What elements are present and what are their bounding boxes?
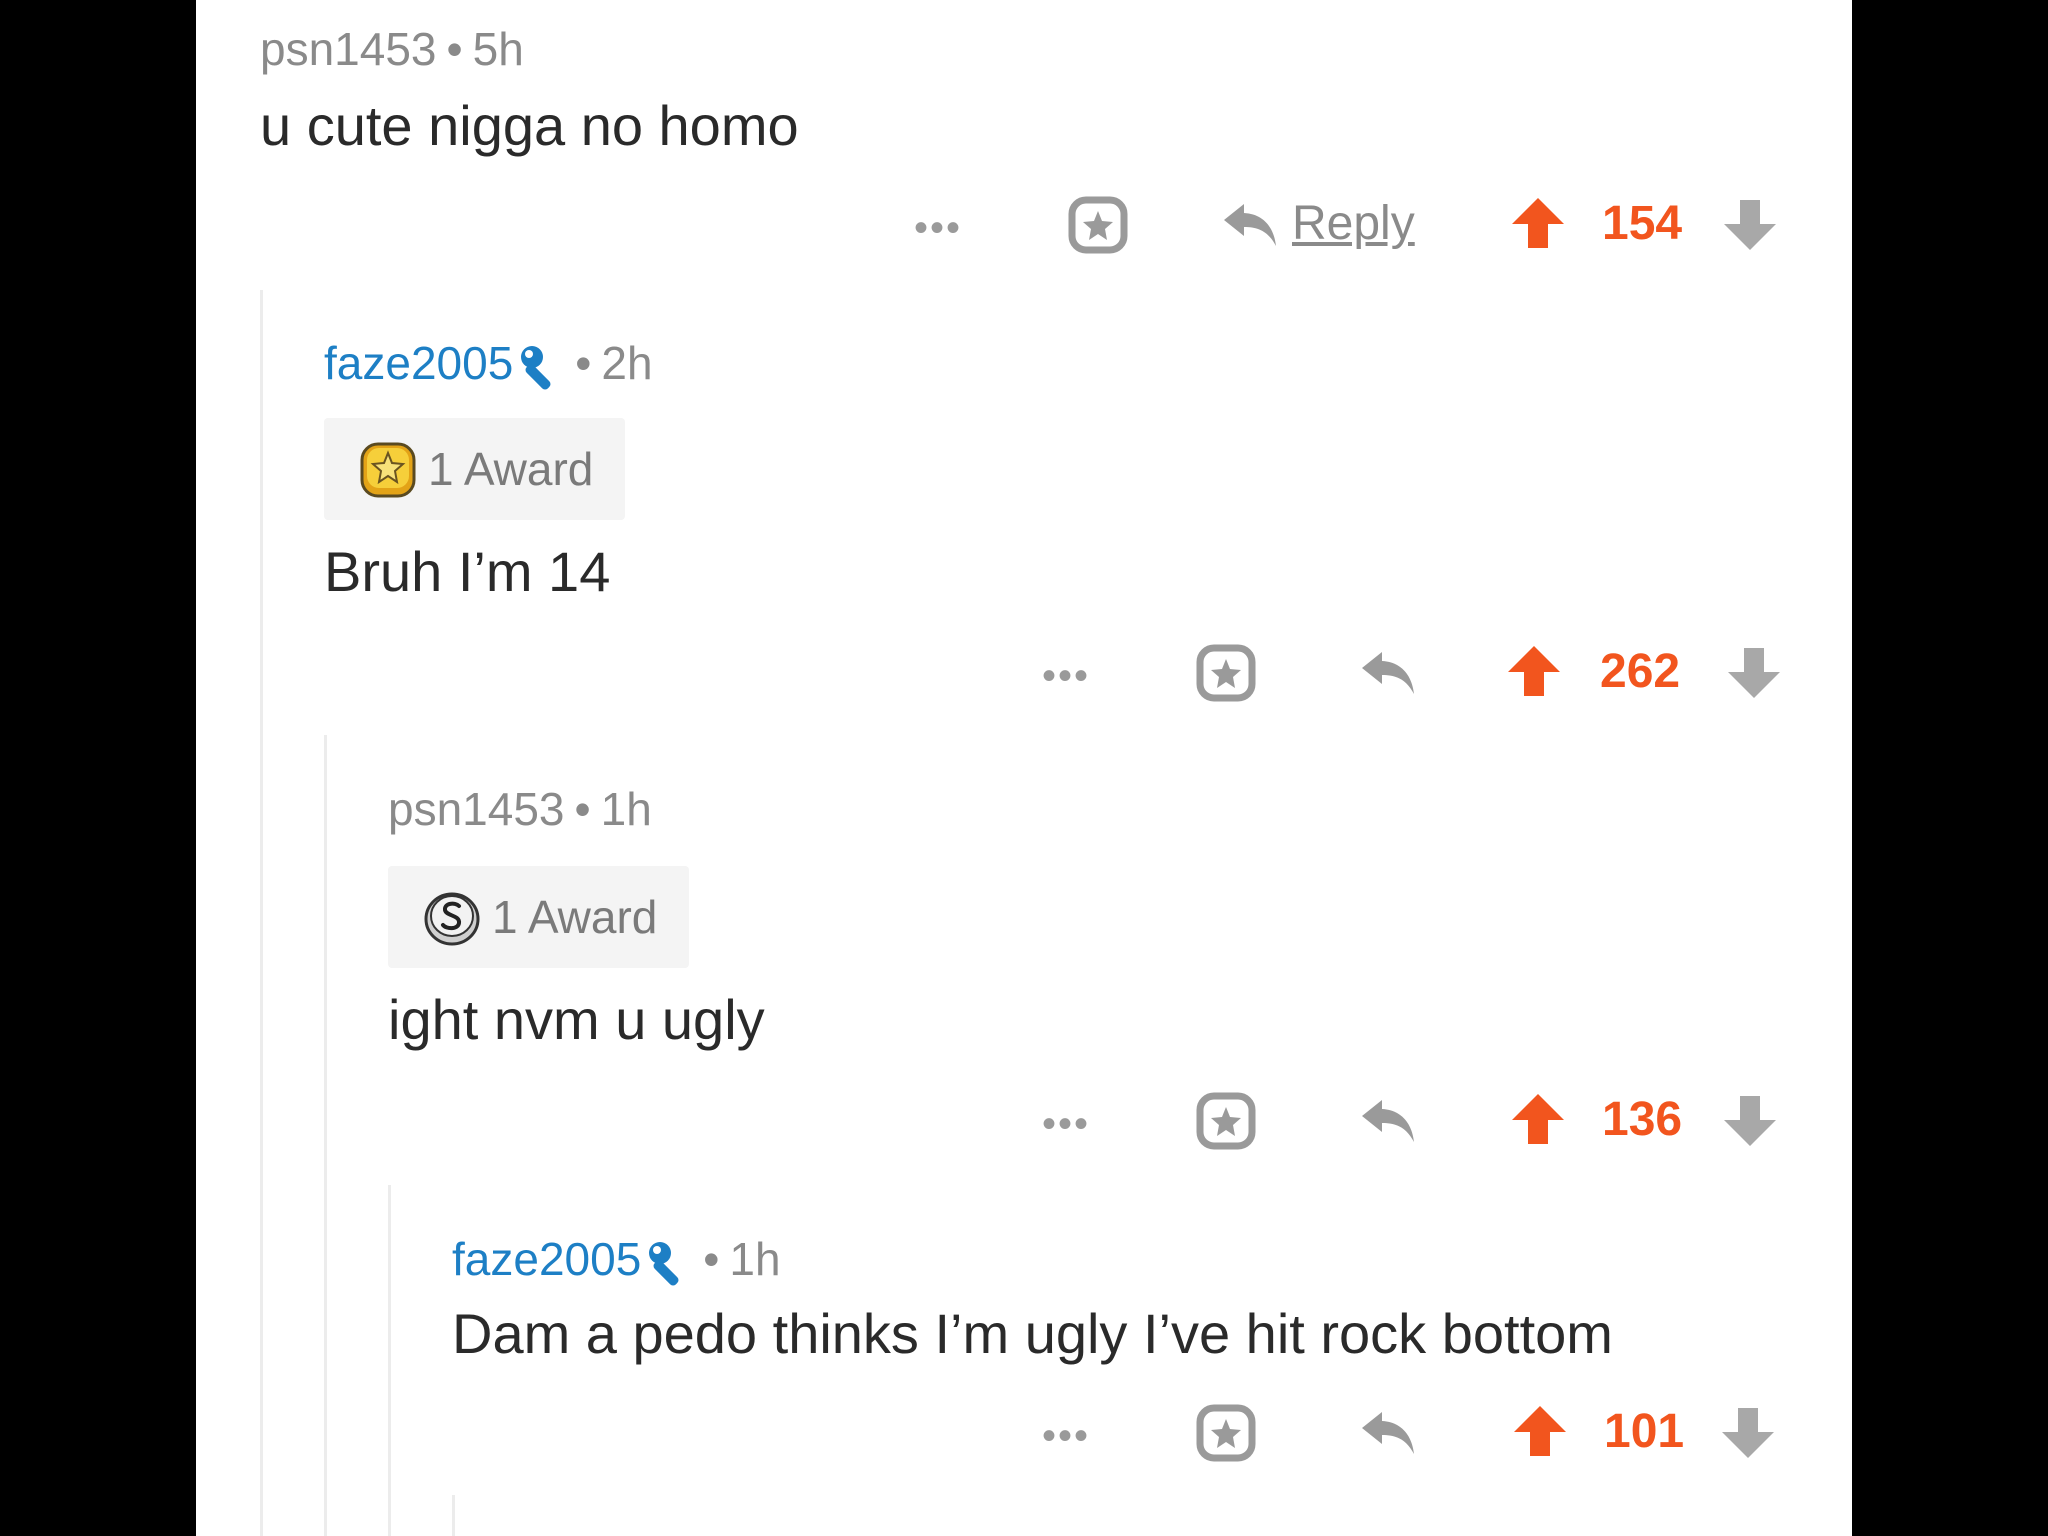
thread-line-2[interactable] — [324, 735, 327, 1536]
username[interactable]: faze2005 — [452, 1233, 641, 1285]
upvote-arrow-icon[interactable] — [1510, 196, 1566, 250]
award-badge[interactable]: 1 Award — [324, 418, 626, 520]
comment-meta: faze2005 • 2h — [324, 340, 653, 390]
reply-arrow-icon[interactable] — [1360, 648, 1418, 698]
award-label: 1 Award — [428, 443, 594, 495]
more-icon[interactable]: ••• — [1042, 1416, 1090, 1456]
reply-arrow-icon[interactable] — [1222, 200, 1280, 250]
award-label: 1 Award — [492, 891, 658, 943]
downvote-arrow-icon[interactable] — [1720, 1406, 1776, 1460]
thread-line-4[interactable] — [452, 1495, 455, 1536]
downvote-arrow-icon[interactable] — [1726, 646, 1782, 700]
timestamp: 1h — [600, 783, 652, 835]
downvote-arrow-icon[interactable] — [1722, 198, 1778, 252]
comment-text: u cute nigga no homo — [260, 94, 799, 157]
silver-award-icon — [424, 892, 480, 946]
more-icon[interactable]: ••• — [1042, 656, 1090, 696]
thread-line-1[interactable] — [260, 290, 263, 1536]
award-star-icon[interactable] — [1196, 644, 1256, 702]
award-star-icon[interactable] — [1068, 196, 1128, 254]
comment-thread: psn1453 • 5h u cute nigga no homo ••• Repl… — [196, 0, 1852, 1536]
comment-meta: faze2005 • 1h — [452, 1236, 781, 1286]
more-icon[interactable]: ••• — [914, 208, 962, 248]
gold-award-icon — [360, 442, 416, 498]
mod-wrench-icon — [649, 1241, 679, 1286]
upvote-arrow-icon[interactable] — [1506, 644, 1562, 698]
separator: • — [446, 23, 463, 75]
comment-meta: psn1453 • 5h — [260, 26, 524, 72]
username[interactable]: psn1453 — [260, 23, 437, 75]
downvote-arrow-icon[interactable] — [1722, 1094, 1778, 1148]
reply-button[interactable]: Reply — [1292, 200, 1415, 248]
more-icon[interactable]: ••• — [1042, 1104, 1090, 1144]
award-star-icon[interactable] — [1196, 1092, 1256, 1150]
vote-score: 154 — [1602, 197, 1683, 250]
reply-arrow-icon[interactable] — [1360, 1408, 1418, 1458]
vote-score: 262 — [1600, 645, 1681, 698]
timestamp: 1h — [729, 1233, 781, 1285]
mod-wrench-icon — [521, 345, 551, 390]
comment-text: Bruh I’m 14 — [324, 540, 611, 603]
vote-score: 136 — [1602, 1093, 1683, 1146]
comment-text: Dam a pedo thinks I’m ugly I’ve hit rock… — [452, 1302, 1613, 1365]
comment-meta: psn1453 • 1h — [388, 786, 652, 832]
thread-line-3[interactable] — [388, 1185, 391, 1536]
upvote-arrow-icon[interactable] — [1510, 1092, 1566, 1146]
award-star-icon[interactable] — [1196, 1404, 1256, 1462]
upvote-arrow-icon[interactable] — [1512, 1404, 1568, 1458]
timestamp: 5h — [472, 23, 524, 75]
reply-arrow-icon[interactable] — [1360, 1096, 1418, 1146]
award-badge[interactable]: 1 Award — [388, 866, 690, 968]
separator: • — [574, 783, 591, 835]
username[interactable]: psn1453 — [388, 783, 565, 835]
timestamp: 2h — [601, 337, 653, 389]
vote-score: 101 — [1604, 1405, 1685, 1458]
separator: • — [703, 1233, 720, 1285]
username[interactable]: faze2005 — [324, 337, 513, 389]
separator: • — [575, 337, 592, 389]
comment-text: ight nvm u ugly — [388, 988, 765, 1051]
